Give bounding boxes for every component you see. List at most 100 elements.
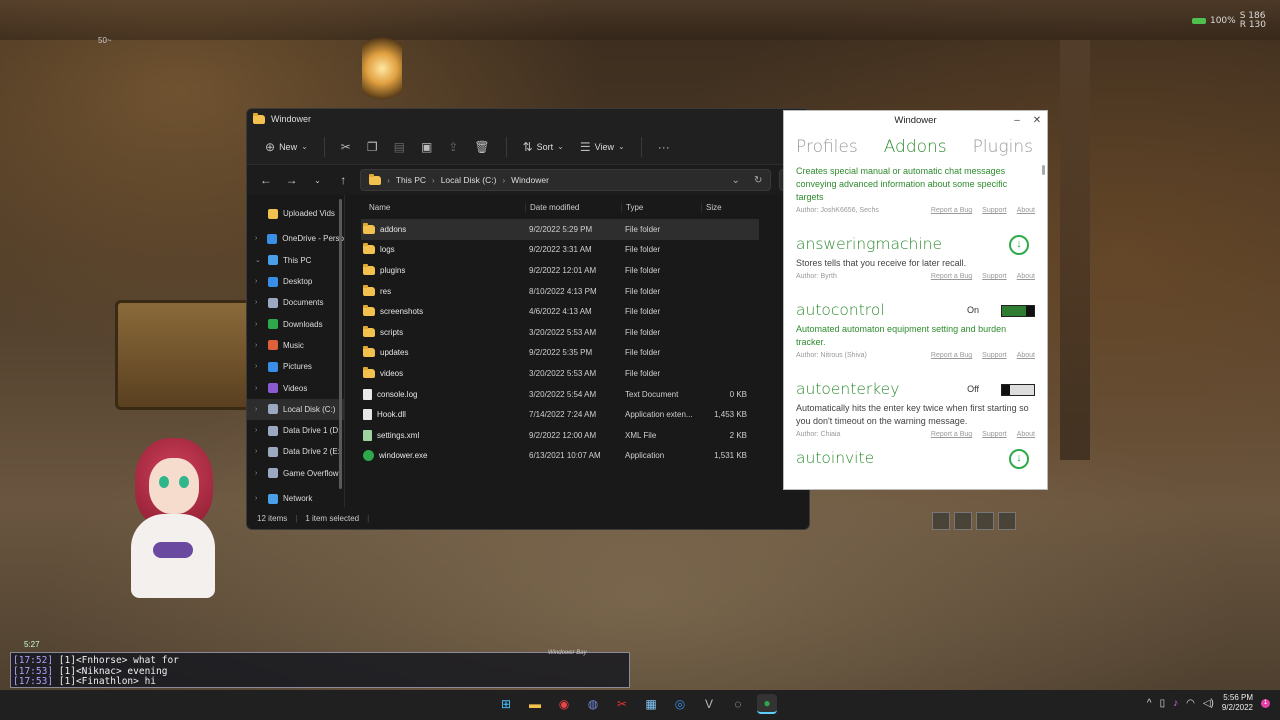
network-icon[interactable]: ◠ (1186, 698, 1195, 709)
nav-item[interactable]: › Downloads (247, 313, 344, 334)
discord-icon[interactable]: ◍ (583, 694, 603, 714)
breadcrumb-windower[interactable]: Windower (511, 175, 549, 185)
party-icon[interactable] (932, 512, 950, 530)
recent-dropdown-icon[interactable]: ⌄ (309, 176, 327, 185)
breadcrumb-local-disk[interactable]: Local Disk (C:) (441, 175, 497, 185)
nav-item[interactable]: › OneDrive - Perso (247, 228, 344, 249)
microphone-icon[interactable]: ♪ (1173, 698, 1178, 709)
delete-button[interactable]: 🗑 (468, 135, 495, 159)
column-type[interactable]: Type (621, 202, 701, 212)
launcher-titlebar[interactable]: Windower – ✕ (784, 111, 1047, 131)
file-row[interactable]: screenshots 4/6/2022 4:13 AM File folder (361, 301, 809, 322)
nav-item[interactable]: › Data Drive 1 (D: (247, 420, 344, 441)
file-row[interactable]: console.log 3/20/2022 5:54 AM Text Documen… (361, 384, 809, 405)
notification-badge[interactable]: 1 (1261, 698, 1270, 708)
item-icon[interactable] (998, 512, 1016, 530)
support-link[interactable]: Support (982, 207, 1007, 217)
windower-icon[interactable]: ● (757, 694, 777, 714)
windows-start-icon[interactable]: ⊞ (496, 694, 516, 714)
nav-item[interactable]: Uploaded Vids (247, 203, 344, 224)
chevron-icon[interactable]: ⌄ (255, 256, 263, 264)
support-link[interactable]: Support (982, 352, 1007, 362)
usb-icon[interactable]: ▯ (1160, 698, 1166, 709)
close-icon[interactable]: ✕ (1027, 111, 1047, 131)
about-link[interactable]: About (1017, 273, 1035, 283)
view-button[interactable]: ☰ View ⌄ (574, 135, 631, 159)
nav-scrollbar[interactable] (339, 199, 342, 489)
file-explorer-icon[interactable]: ▬ (525, 694, 545, 714)
nav-item[interactable]: › Local Disk (C:) (247, 398, 344, 420)
support-link[interactable]: Support (982, 431, 1007, 441)
tab-plugins[interactable]: Plugins (973, 137, 1033, 157)
snipping-tool-icon[interactable]: ✂ (612, 694, 632, 714)
chevron-icon[interactable]: › (255, 470, 263, 477)
file-row[interactable]: res 8/10/2022 4:13 PM File folder (361, 281, 809, 302)
file-row[interactable]: plugins 9/2/2022 12:01 AM File folder (361, 260, 809, 281)
tab-profiles[interactable]: Profiles (796, 137, 858, 157)
refresh-icon[interactable]: ↻ (754, 175, 762, 186)
tab-addons[interactable]: Addons (884, 137, 947, 157)
file-row[interactable]: videos 3/20/2022 5:53 AM File folder (361, 363, 809, 384)
column-date[interactable]: Date modified (525, 202, 621, 212)
chevron-icon[interactable]: › (255, 427, 263, 434)
chevron-icon[interactable]: › (255, 406, 263, 413)
more-options-button[interactable]: ··· (652, 135, 676, 159)
nav-item[interactable]: › Pictures (247, 356, 344, 377)
chevron-icon[interactable]: › (255, 235, 262, 242)
nav-item[interactable]: › Videos (247, 377, 344, 398)
minimize-icon[interactable]: – (1007, 111, 1027, 131)
breadcrumb-this-pc[interactable]: This PC (396, 175, 426, 185)
report-bug-link[interactable]: Report a Bug (931, 207, 972, 217)
nav-item[interactable]: › Desktop (247, 271, 344, 292)
chevron-icon[interactable]: › (255, 363, 263, 370)
new-button[interactable]: ⊕ New ⌄ (259, 135, 314, 159)
report-bug-link[interactable]: Report a Bug (931, 431, 972, 441)
about-link[interactable]: About (1017, 352, 1035, 362)
vs-code-icon[interactable]: V (699, 694, 719, 714)
download-icon[interactable]: ↓ (1009, 449, 1029, 469)
chevron-up-icon[interactable]: ^ (1147, 698, 1152, 709)
nav-item[interactable]: › Documents (247, 292, 344, 313)
nav-item[interactable]: › Game Overflow (247, 463, 344, 484)
chevron-down-icon[interactable]: ⌄ (732, 175, 740, 186)
about-link[interactable]: About (1017, 207, 1035, 217)
column-name[interactable]: Name (361, 203, 525, 212)
report-bug-link[interactable]: Report a Bug (931, 273, 972, 283)
sort-button[interactable]: ⇅ Sort ⌄ (517, 135, 570, 159)
up-arrow-icon[interactable]: ↑ (334, 173, 352, 187)
forward-arrow-icon[interactable]: → (283, 173, 301, 187)
chevron-icon[interactable]: › (255, 448, 263, 455)
about-link[interactable]: About (1017, 431, 1035, 441)
file-row[interactable]: logs 9/2/2022 3:31 AM File folder (361, 240, 809, 261)
chevron-icon[interactable]: › (255, 321, 263, 328)
nav-item[interactable]: › Music (247, 335, 344, 356)
addon-toggle[interactable] (1001, 305, 1035, 317)
chevron-icon[interactable]: › (255, 299, 263, 306)
rename-button[interactable]: ▣ (415, 135, 438, 159)
file-row[interactable]: addons 9/2/2022 5:29 PM File folder (361, 219, 759, 240)
obs-icon[interactable]: ◌ (728, 694, 748, 714)
file-row[interactable]: updates 9/2/2022 5:35 PM File folder (361, 343, 809, 364)
back-arrow-icon[interactable]: ← (257, 173, 275, 187)
chevron-icon[interactable]: › (255, 278, 263, 285)
map-icon[interactable] (976, 512, 994, 530)
share-button[interactable]: ⇪ (442, 135, 464, 159)
character-icon[interactable] (954, 512, 972, 530)
report-bug-link[interactable]: Report a Bug (931, 352, 972, 362)
chrome-icon[interactable]: ◉ (554, 694, 574, 714)
nav-item[interactable]: › Data Drive 2 (E: (247, 441, 344, 462)
file-row[interactable]: windower.exe 6/13/2021 10:07 AM Applicatio… (361, 446, 809, 467)
address-bar[interactable]: › This PC › Local Disk (C:) › Windower ⌄… (360, 169, 772, 191)
column-size[interactable]: Size (701, 202, 751, 212)
download-icon[interactable]: ↓ (1009, 235, 1029, 255)
nav-item[interactable]: › Network (247, 488, 344, 509)
copy-button[interactable]: ❐ (361, 135, 384, 159)
volume-icon[interactable]: ◁) (1203, 698, 1214, 709)
chevron-icon[interactable]: › (255, 385, 263, 392)
file-row[interactable]: settings.xml 9/2/2022 12:00 AM XML File 2 K… (361, 425, 809, 446)
file-row[interactable]: scripts 3/20/2022 5:53 AM File folder (361, 322, 809, 343)
cut-button[interactable]: ✂ (335, 135, 357, 159)
paste-button[interactable]: ▤ (388, 135, 411, 159)
explorer-titlebar[interactable]: Windower (247, 109, 809, 129)
clock[interactable]: 5:56 PM 9/2/2022 (1222, 693, 1253, 713)
